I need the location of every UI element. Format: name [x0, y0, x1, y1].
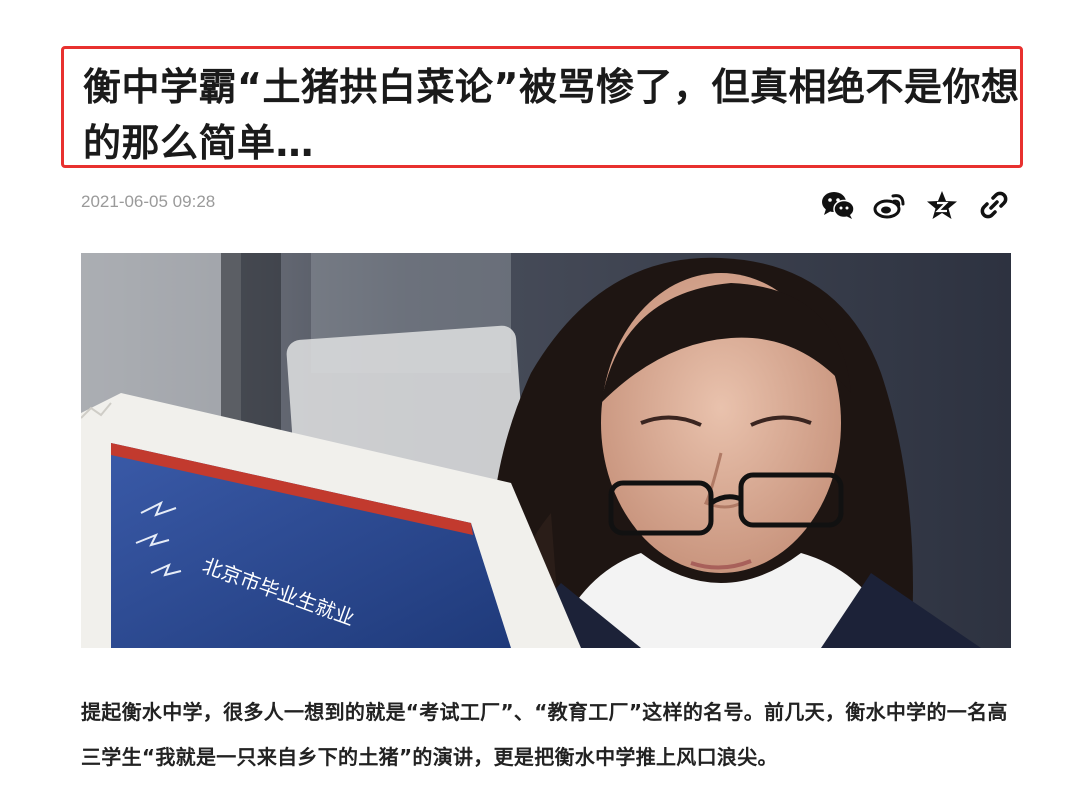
article-timestamp: 2021-06-05 09:28 — [81, 192, 216, 211]
article-hero-image: 北京市毕业生就业 — [81, 253, 1011, 648]
wechat-icon[interactable] — [821, 188, 855, 222]
article-title-box: 衡中学霸“土猪拱白菜论”被骂惨了，但真相绝不是你想的那么简单… — [61, 46, 1023, 168]
article-paragraph: 提起衡水中学，很多人一想到的就是“考试工厂”、“教育工厂”这样的名号。前几天，衡… — [81, 700, 1008, 769]
favorite-star-icon[interactable] — [925, 188, 959, 222]
article-title: 衡中学霸“土猪拱白菜论”被骂惨了，但真相绝不是你想的那么简单… — [83, 65, 1020, 165]
share-toolbar — [821, 188, 1011, 222]
weibo-icon[interactable] — [873, 188, 907, 222]
link-icon[interactable] — [977, 188, 1011, 222]
article-meta-row: 2021-06-05 09:28 — [81, 188, 1011, 228]
